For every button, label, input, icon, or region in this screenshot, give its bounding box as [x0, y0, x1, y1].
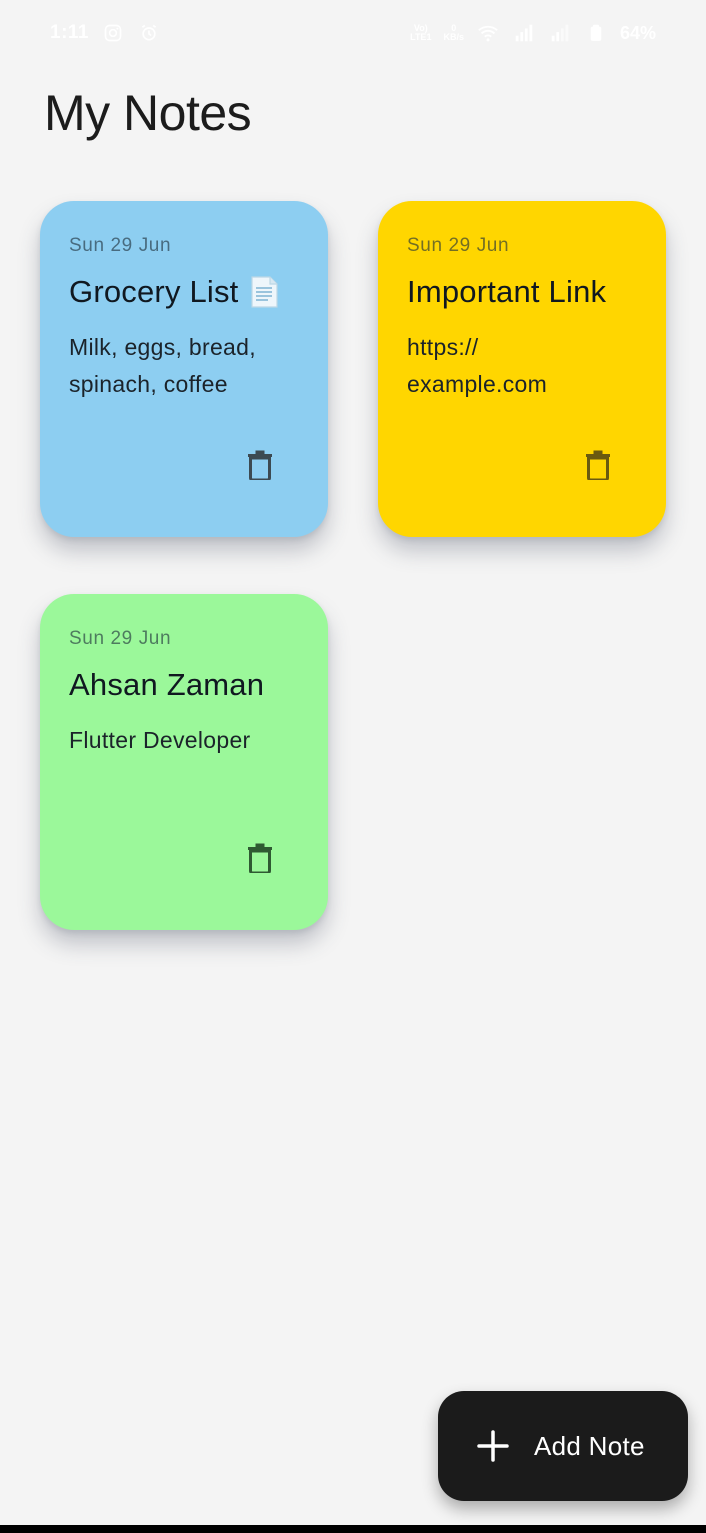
volte-indicator: Vo) LTE1: [410, 24, 431, 42]
note-title: Important Link: [407, 274, 638, 310]
alarm-icon: [137, 21, 161, 45]
delete-note-button[interactable]: [246, 449, 274, 481]
signal-icon-1: [512, 21, 536, 45]
notes-screen: 1:11 Vo) LTE1 0 KB/s 64% My Notes Sun 29…: [0, 0, 706, 1533]
page-title: My Notes: [44, 85, 252, 141]
wifi-icon: [476, 21, 500, 45]
note-card-ahsan-zaman[interactable]: Sun 29 Jun Ahsan Zaman Flutter Developer: [40, 594, 328, 930]
system-nav-bar: [0, 1525, 706, 1533]
status-bar: 1:11 Vo) LTE1 0 KB/s 64%: [0, 0, 706, 66]
status-time: 1:11: [50, 22, 89, 43]
delete-note-button[interactable]: [246, 842, 274, 874]
note-body-text: https:// example.com: [407, 334, 548, 397]
add-note-label: Add Note: [534, 1430, 645, 1461]
note-card-grocery-list[interactable]: Sun 29 Jun Grocery List 📃 Milk, eggs, br…: [40, 201, 328, 537]
speed-unit: KB/s: [443, 32, 464, 42]
signal-icon-2: [548, 21, 572, 45]
note-date: Sun 29 Jun: [69, 235, 172, 256]
note-body: https:// example.com: [407, 329, 587, 403]
instagram-icon: [101, 21, 125, 45]
delete-note-button[interactable]: [584, 449, 612, 481]
trash-icon: [248, 450, 272, 480]
trash-icon: [248, 843, 272, 873]
status-left: 1:11: [50, 21, 161, 45]
note-body: Milk, eggs, bread, spinach, coffee: [69, 334, 256, 397]
page-facing-up-icon: [249, 275, 279, 309]
note-title: Ahsan Zaman: [69, 667, 300, 703]
plus-icon: [476, 1429, 510, 1463]
battery-icon: [584, 21, 608, 45]
battery-percent: 64%: [619, 22, 656, 43]
note-date: Sun 29 Jun: [407, 235, 510, 256]
add-note-button[interactable]: Add Note: [438, 1391, 688, 1501]
note-body: Flutter Developer: [69, 727, 251, 753]
note-title-text: Ahsan Zaman: [69, 667, 265, 702]
note-title-text: Grocery List: [69, 274, 239, 309]
trash-icon: [586, 450, 610, 480]
volte-bottom: LTE1: [410, 32, 432, 42]
note-title: Grocery List 📃: [69, 274, 300, 310]
status-right: Vo) LTE1 0 KB/s 64%: [410, 21, 656, 45]
note-date: Sun 29 Jun: [69, 628, 172, 649]
note-title-text: Important Link: [407, 274, 607, 309]
note-card-important-link[interactable]: Sun 29 Jun Important Link https:// examp…: [378, 201, 666, 537]
network-speed: 0 KB/s: [443, 24, 464, 42]
